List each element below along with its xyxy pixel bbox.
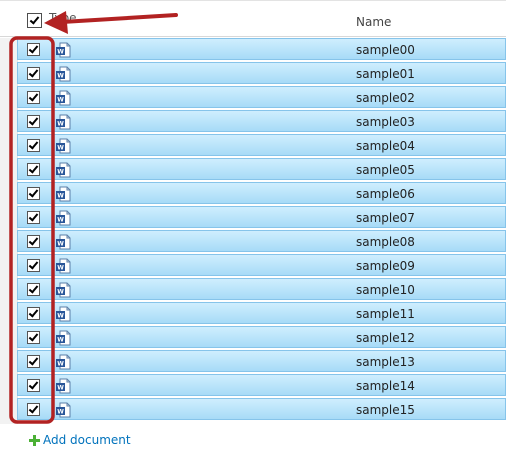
row-name[interactable]: sample15 <box>356 403 415 417</box>
row-checkbox[interactable] <box>27 259 40 272</box>
word-document-icon: W <box>56 114 71 130</box>
svg-text:W: W <box>57 73 64 80</box>
word-document-icon: W <box>56 306 71 322</box>
row-checkbox[interactable] <box>27 235 40 248</box>
word-document-icon: W <box>56 282 71 298</box>
svg-text:W: W <box>57 337 64 344</box>
table-row[interactable]: W sample04 <box>17 134 506 156</box>
table-row[interactable]: W sample12 <box>17 326 506 348</box>
top-border <box>0 0 506 1</box>
row-checkbox[interactable] <box>27 163 40 176</box>
row-selector-strip <box>0 38 18 424</box>
add-document-label[interactable]: Add document <box>43 433 131 447</box>
row-name[interactable]: sample01 <box>356 67 415 81</box>
row-checkbox[interactable] <box>27 355 40 368</box>
svg-text:W: W <box>57 289 64 296</box>
row-name[interactable]: sample13 <box>356 355 415 369</box>
word-document-icon: W <box>56 138 71 154</box>
row-name[interactable]: sample08 <box>356 235 415 249</box>
table-row[interactable]: W sample13 <box>17 350 506 372</box>
row-checkbox[interactable] <box>27 115 40 128</box>
row-name[interactable]: sample00 <box>356 43 415 57</box>
table-row[interactable]: W sample15 <box>17 398 506 420</box>
svg-text:W: W <box>57 193 64 200</box>
word-document-icon: W <box>56 210 71 226</box>
table-row[interactable]: W sample07 <box>17 206 506 228</box>
svg-text:W: W <box>57 385 64 392</box>
table-row[interactable]: W sample01 <box>17 62 506 84</box>
row-checkbox[interactable] <box>27 91 40 104</box>
column-header-name[interactable]: Name <box>356 15 391 29</box>
word-document-icon: W <box>56 42 71 58</box>
table-row[interactable]: W sample09 <box>17 254 506 276</box>
row-checkbox[interactable] <box>27 403 40 416</box>
row-checkbox[interactable] <box>27 187 40 200</box>
svg-text:W: W <box>57 409 64 416</box>
add-document-link[interactable]: Add document <box>29 433 131 447</box>
svg-text:W: W <box>57 145 64 152</box>
word-document-icon: W <box>56 378 71 394</box>
svg-text:W: W <box>57 217 64 224</box>
row-name[interactable]: sample04 <box>356 139 415 153</box>
row-name[interactable]: sample10 <box>356 283 415 297</box>
row-checkbox[interactable] <box>27 139 40 152</box>
word-document-icon: W <box>56 186 71 202</box>
word-document-icon: W <box>56 66 71 82</box>
row-checkbox[interactable] <box>27 307 40 320</box>
svg-text:W: W <box>57 361 64 368</box>
row-checkbox[interactable] <box>27 283 40 296</box>
word-document-icon: W <box>56 162 71 178</box>
row-name[interactable]: sample09 <box>356 259 415 273</box>
svg-text:W: W <box>57 265 64 272</box>
table-row[interactable]: W sample02 <box>17 86 506 108</box>
document-list: W sample00 W sample01 W sample02 W sampl… <box>17 38 506 422</box>
table-row[interactable]: W sample05 <box>17 158 506 180</box>
svg-text:W: W <box>57 313 64 320</box>
svg-text:W: W <box>57 97 64 104</box>
word-document-icon: W <box>56 330 71 346</box>
svg-text:W: W <box>57 49 64 56</box>
table-row[interactable]: W sample10 <box>17 278 506 300</box>
select-all-checkbox[interactable] <box>27 13 42 28</box>
word-document-icon: W <box>56 234 71 250</box>
word-document-icon: W <box>56 402 71 418</box>
row-checkbox[interactable] <box>27 211 40 224</box>
row-name[interactable]: sample06 <box>356 187 415 201</box>
row-name[interactable]: sample14 <box>356 379 415 393</box>
row-name[interactable]: sample05 <box>356 163 415 177</box>
row-checkbox[interactable] <box>27 43 40 56</box>
word-document-icon: W <box>56 354 71 370</box>
svg-text:W: W <box>57 241 64 248</box>
svg-text:W: W <box>57 169 64 176</box>
word-document-icon: W <box>56 258 71 274</box>
row-name[interactable]: sample12 <box>356 331 415 345</box>
list-header: Type Name <box>0 6 506 37</box>
svg-text:W: W <box>57 121 64 128</box>
row-name[interactable]: sample11 <box>356 307 415 321</box>
table-row[interactable]: W sample06 <box>17 182 506 204</box>
row-name[interactable]: sample07 <box>356 211 415 225</box>
table-row[interactable]: W sample03 <box>17 110 506 132</box>
table-row[interactable]: W sample08 <box>17 230 506 252</box>
row-name[interactable]: sample02 <box>356 91 415 105</box>
word-document-icon: W <box>56 90 71 106</box>
column-header-type[interactable]: Type <box>49 11 77 25</box>
table-row[interactable]: W sample14 <box>17 374 506 396</box>
row-name[interactable]: sample03 <box>356 115 415 129</box>
table-row[interactable]: W sample11 <box>17 302 506 324</box>
row-checkbox[interactable] <box>27 67 40 80</box>
row-checkbox[interactable] <box>27 331 40 344</box>
plus-icon <box>29 434 40 446</box>
row-checkbox[interactable] <box>27 379 40 392</box>
table-row[interactable]: W sample00 <box>17 38 506 60</box>
